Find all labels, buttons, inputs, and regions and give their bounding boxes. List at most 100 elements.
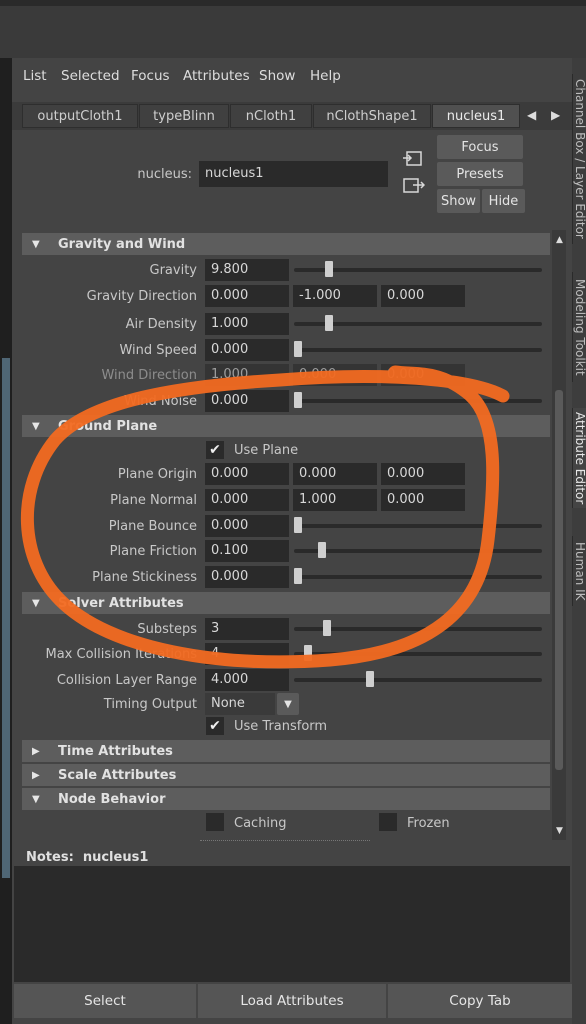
load-attributes-button[interactable]: Load Attributes [198, 984, 386, 1018]
side-tab-channel-box[interactable]: Channel Box / Layer Editor [572, 74, 586, 244]
output-connection-icon[interactable] [403, 177, 426, 199]
menu-focus[interactable]: Focus [131, 68, 170, 84]
collision-layer-range-slider[interactable] [294, 678, 542, 682]
tab-typeblinn[interactable]: typeBlinn [139, 104, 229, 128]
plane-normal-y[interactable]: 1.000 [293, 489, 377, 511]
section-title: Gravity and Wind [58, 236, 186, 252]
copy-tab-button[interactable]: Copy Tab [388, 984, 572, 1018]
tab-nucleus1[interactable]: nucleus1 [432, 104, 520, 128]
plane-origin-y[interactable]: 0.000 [293, 463, 377, 485]
scrollbar-thumb[interactable] [555, 390, 563, 770]
notes-label: Notes: nucleus1 [26, 850, 148, 865]
use-transform-checkbox[interactable]: ✔ [206, 717, 224, 735]
side-tab-human-ik[interactable]: Human IK [572, 536, 586, 606]
section-ground-plane[interactable]: ▼ Ground Plane [22, 415, 550, 437]
substeps-slider-handle[interactable] [322, 620, 331, 636]
section-scale-attributes[interactable]: ▶ Scale Attributes [22, 764, 550, 786]
plane-bounce-slider-handle[interactable] [294, 517, 302, 533]
wind-speed-slider-handle[interactable] [294, 341, 302, 357]
use-plane-checkbox[interactable]: ✔ [206, 441, 224, 459]
hide-button[interactable]: Hide [482, 189, 525, 213]
menu-attributes[interactable]: Attributes [183, 68, 250, 84]
substeps-slider[interactable] [294, 627, 542, 631]
timing-output-select[interactable]: None [205, 693, 275, 715]
scroll-down-icon[interactable]: ▼ [556, 826, 563, 836]
tab-outputcloth1[interactable]: outputCloth1 [22, 104, 138, 128]
section-title: Ground Plane [58, 418, 158, 434]
plane-normal-z[interactable]: 0.000 [381, 489, 465, 511]
plane-stickiness-field[interactable]: 0.000 [205, 566, 289, 588]
plane-stickiness-label: Plane Stickiness [92, 570, 197, 585]
plane-normal-x[interactable]: 0.000 [205, 489, 289, 511]
plane-bounce-slider[interactable] [294, 524, 542, 528]
wind-direction-x[interactable]: 1.000 [205, 364, 289, 386]
tab-scroll-right-icon[interactable]: ▶ [551, 108, 560, 122]
side-tab-modeling-toolkit[interactable]: Modeling Toolkit [572, 272, 586, 382]
max-collision-slider[interactable] [294, 652, 542, 656]
collision-layer-range-slider-handle[interactable] [366, 671, 374, 687]
section-gravity-and-wind[interactable]: ▼ Gravity and Wind [22, 233, 550, 255]
wind-speed-slider[interactable] [294, 348, 542, 352]
caching-checkbox[interactable] [206, 813, 224, 831]
max-collision-field[interactable]: 4 [205, 643, 289, 665]
menu-list[interactable]: List [23, 68, 47, 84]
plane-origin-z[interactable]: 0.000 [381, 463, 465, 485]
wind-speed-field[interactable]: 0.000 [205, 339, 289, 361]
presets-button[interactable]: Presets [437, 162, 523, 186]
section-title: Node Behavior [58, 791, 166, 807]
section-solver-attributes[interactable]: ▼ Solver Attributes [22, 592, 550, 614]
gravity-slider-handle[interactable] [325, 261, 334, 277]
plane-stickiness-slider[interactable] [294, 575, 542, 579]
max-collision-slider-handle[interactable] [303, 645, 312, 661]
show-button[interactable]: Show [437, 189, 480, 213]
air-density-field[interactable]: 1.000 [205, 313, 289, 335]
input-connection-icon[interactable] [403, 150, 423, 172]
use-plane-label: Use Plane [234, 443, 299, 458]
wind-direction-z[interactable]: 0.000 [381, 364, 465, 386]
wind-noise-slider[interactable] [294, 399, 542, 403]
resize-handle[interactable] [200, 840, 370, 843]
gravity-direction-y[interactable]: -1.000 [293, 285, 377, 307]
dropdown-arrow-icon[interactable]: ▼ [277, 693, 299, 715]
collision-layer-range-label: Collision Layer Range [56, 673, 197, 688]
menu-selected[interactable]: Selected [61, 68, 120, 84]
scroll-up-icon[interactable]: ▲ [556, 235, 563, 245]
gravity-field[interactable]: 9.800 [205, 259, 289, 281]
top-strip [0, 0, 586, 6]
plane-friction-slider-handle[interactable] [318, 542, 326, 558]
air-density-slider-handle[interactable] [325, 315, 334, 331]
collapse-triangle-icon: ▼ [32, 238, 40, 250]
node-name-input[interactable]: nucleus1 [199, 161, 388, 187]
plane-friction-label: Plane Friction [109, 544, 197, 559]
tab-nclothshape1[interactable]: nClothShape1 [313, 104, 431, 128]
wind-speed-label: Wind Speed [119, 343, 197, 358]
tab-scroll-left-icon[interactable]: ◀ [527, 108, 536, 122]
top-toolbar [0, 0, 586, 58]
plane-origin-x[interactable]: 0.000 [205, 463, 289, 485]
tab-ncloth1[interactable]: nCloth1 [230, 104, 312, 128]
side-tab-attribute-editor[interactable]: Attribute Editor [572, 408, 586, 508]
substeps-field[interactable]: 3 [205, 618, 289, 640]
plane-bounce-field[interactable]: 0.000 [205, 515, 289, 537]
wind-noise-field[interactable]: 0.000 [205, 390, 289, 412]
notes-textarea[interactable] [14, 866, 570, 982]
section-node-behavior[interactable]: ▼ Node Behavior [22, 788, 550, 810]
wind-noise-slider-handle[interactable] [294, 392, 302, 408]
wind-direction-y[interactable]: 0.000 [293, 364, 377, 386]
timing-output-label: Timing Output [103, 697, 197, 712]
plane-stickiness-slider-handle[interactable] [294, 568, 302, 584]
section-time-attributes[interactable]: ▶ Time Attributes [22, 740, 550, 762]
collision-layer-range-field[interactable]: 4.000 [205, 669, 289, 691]
menu-help[interactable]: Help [310, 68, 341, 84]
plane-friction-slider[interactable] [294, 549, 542, 553]
focus-button[interactable]: Focus [437, 135, 523, 159]
frozen-checkbox[interactable] [379, 813, 397, 831]
gravity-direction-x[interactable]: 0.000 [205, 285, 289, 307]
gravity-direction-z[interactable]: 0.000 [381, 285, 465, 307]
plane-bounce-label: Plane Bounce [108, 519, 197, 534]
air-density-label: Air Density [125, 317, 197, 332]
collapse-triangle-icon: ▼ [32, 597, 40, 609]
plane-friction-field[interactable]: 0.100 [205, 540, 289, 562]
menu-show[interactable]: Show [259, 68, 295, 84]
select-button[interactable]: Select [14, 984, 196, 1018]
